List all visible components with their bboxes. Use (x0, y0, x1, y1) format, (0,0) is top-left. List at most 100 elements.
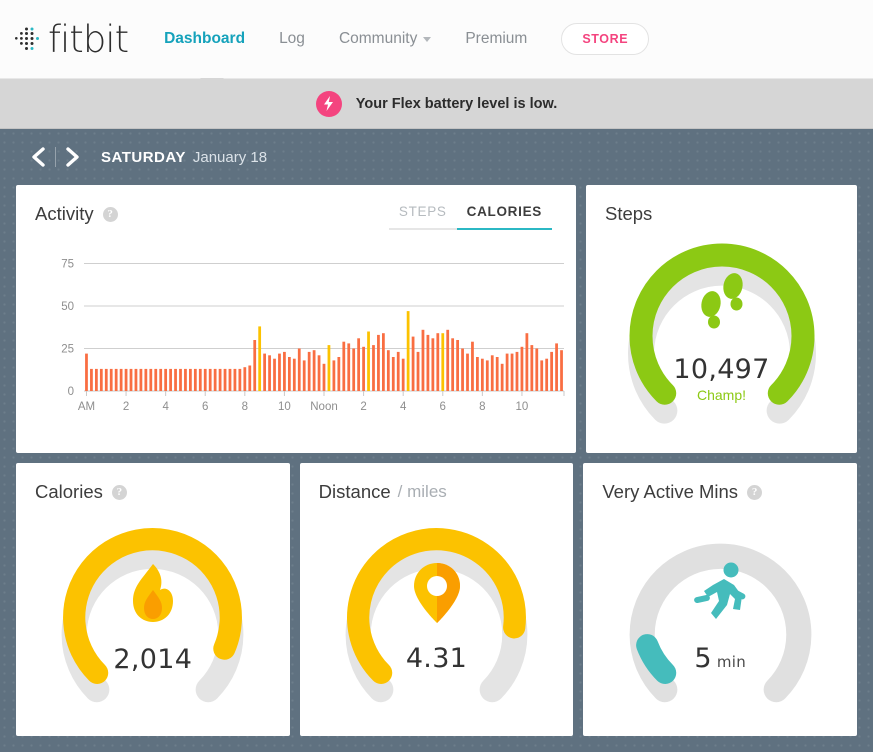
chart-bar[interactable] (372, 345, 375, 391)
chart-bar[interactable] (416, 351, 420, 391)
chart-bar[interactable] (243, 367, 247, 391)
chart-bar[interactable] (119, 368, 123, 391)
chart-bar[interactable] (144, 368, 148, 391)
chart-bar[interactable] (189, 368, 192, 391)
chart-bar[interactable] (134, 368, 138, 391)
distance-gauge[interactable]: 4.31 (334, 515, 539, 720)
tab-calories[interactable]: CALORIES (456, 204, 552, 230)
fitbit-logo[interactable]: fitbit (14, 18, 129, 61)
chart-bar[interactable] (391, 357, 395, 391)
chart-bar[interactable] (203, 368, 207, 391)
chart-bar[interactable] (228, 368, 232, 391)
chart-bar[interactable] (104, 368, 108, 391)
chart-bar[interactable] (535, 348, 539, 392)
steps-gauge[interactable]: 10,497 Champ! (616, 230, 828, 442)
chart-bar[interactable] (421, 329, 425, 391)
chart-bar[interactable] (560, 350, 563, 391)
chart-bar[interactable] (471, 341, 474, 391)
chart-bar[interactable] (396, 351, 400, 391)
chart-bar[interactable] (164, 368, 168, 391)
chart-bar[interactable] (213, 368, 217, 391)
chart-bar[interactable] (525, 333, 529, 391)
chart-bar[interactable] (347, 343, 351, 391)
chart-bar[interactable] (297, 348, 301, 392)
chart-bar[interactable] (431, 338, 435, 391)
chart-bar[interactable] (555, 343, 558, 391)
chart-bar[interactable] (99, 368, 103, 391)
chart-bar[interactable] (495, 357, 499, 391)
chart-bar[interactable] (520, 346, 524, 391)
chart-bar[interactable] (253, 340, 257, 391)
chart-bar[interactable] (327, 345, 331, 391)
chart-bar[interactable] (179, 368, 182, 391)
chart-bar[interactable] (238, 368, 242, 391)
chart-bar[interactable] (149, 368, 153, 391)
chart-bar[interactable] (490, 355, 494, 391)
chart-bar[interactable] (124, 368, 128, 391)
chart-bar[interactable] (302, 360, 306, 391)
chart-bar[interactable] (154, 368, 158, 391)
chart-bar[interactable] (446, 329, 450, 391)
chart-bar[interactable] (530, 345, 534, 391)
chart-bar[interactable] (85, 353, 88, 391)
chart-bar[interactable] (263, 353, 266, 391)
chart-bar[interactable] (169, 368, 172, 391)
chart-bar[interactable] (461, 348, 464, 392)
chart-bar[interactable] (208, 368, 212, 391)
chart-bar[interactable] (292, 358, 296, 391)
chart-bar[interactable] (386, 350, 390, 391)
chart-bar[interactable] (184, 368, 187, 391)
chart-bar[interactable] (466, 353, 469, 391)
chart-bar[interactable] (515, 351, 519, 391)
chart-bar[interactable] (114, 368, 118, 391)
chart-bar[interactable] (218, 368, 222, 391)
chart-bar[interactable] (174, 368, 177, 391)
chart-bar[interactable] (357, 338, 361, 391)
chart-bar[interactable] (283, 351, 286, 391)
very-active-gauge[interactable]: 5 min (618, 515, 823, 720)
question-mark-icon[interactable]: ? (102, 206, 118, 222)
chart-bar[interactable] (273, 358, 276, 391)
chart-bar[interactable] (258, 326, 262, 391)
chart-bar[interactable] (317, 355, 321, 391)
tab-steps[interactable]: STEPS (388, 204, 457, 230)
nav-item-log[interactable]: Log (279, 30, 305, 48)
chart-bar[interactable] (94, 368, 98, 391)
chart-bar[interactable] (109, 368, 113, 391)
chart-bar[interactable] (233, 368, 237, 391)
nav-item-community[interactable]: Community (339, 30, 432, 48)
chart-bar[interactable] (322, 363, 326, 391)
chart-bar[interactable] (90, 368, 93, 391)
chart-bar[interactable] (278, 353, 281, 391)
chart-bar[interactable] (426, 334, 430, 391)
chart-bar[interactable] (500, 363, 504, 391)
chart-bar[interactable] (193, 368, 197, 391)
chart-bar[interactable] (436, 333, 440, 391)
calories-gauge[interactable]: 2,014 (50, 515, 255, 720)
chart-bar[interactable] (480, 358, 484, 391)
chart-bar[interactable] (287, 357, 291, 391)
nav-item-dashboard[interactable]: Dashboard (164, 30, 245, 48)
chart-bar[interactable] (332, 360, 336, 391)
next-day-button[interactable] (64, 146, 81, 168)
activity-bar-chart[interactable]: 0 25 50 75 AM 2 4 6 8 10 Noon 2 4 6 8 10 (16, 243, 576, 443)
chart-bar[interactable] (139, 368, 143, 391)
chart-bar[interactable] (129, 368, 133, 391)
chart-bar[interactable] (362, 346, 365, 391)
chart-bar[interactable] (510, 353, 514, 391)
chart-bar[interactable] (441, 333, 445, 391)
chart-bar[interactable] (352, 348, 356, 392)
chart-bar[interactable] (337, 357, 341, 391)
chart-bar[interactable] (377, 334, 380, 391)
chart-bar[interactable] (248, 365, 252, 392)
chart-bar[interactable] (550, 351, 554, 391)
chart-bar[interactable] (401, 358, 405, 391)
store-button[interactable]: STORE (561, 23, 650, 55)
nav-item-premium[interactable]: Premium (465, 30, 527, 48)
chart-bar[interactable] (307, 351, 311, 391)
chart-bar[interactable] (342, 341, 346, 391)
chart-bar[interactable] (476, 357, 479, 391)
chart-bar[interactable] (411, 336, 415, 391)
chart-bar[interactable] (367, 331, 370, 392)
chart-bar[interactable] (223, 368, 227, 391)
